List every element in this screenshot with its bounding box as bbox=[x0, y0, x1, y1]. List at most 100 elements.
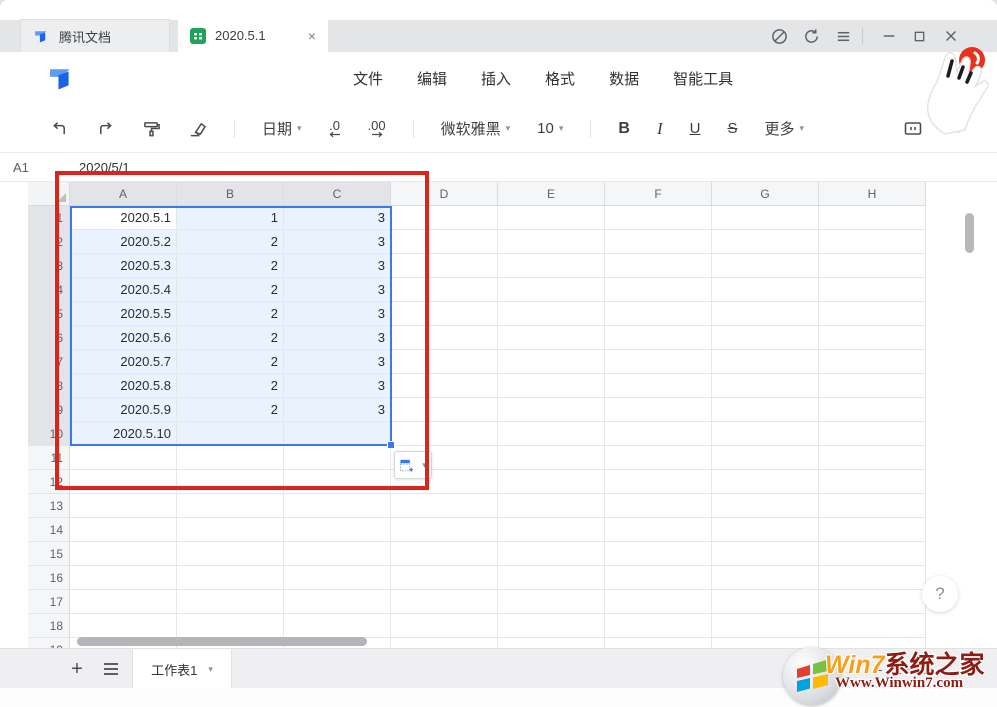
cell-E18[interactable] bbox=[498, 614, 605, 638]
blocked-icon[interactable] bbox=[768, 25, 790, 47]
cell-G15[interactable] bbox=[712, 542, 819, 566]
menu-item-插入[interactable]: 插入 bbox=[464, 68, 528, 89]
cell-C5[interactable]: 3 bbox=[284, 302, 391, 326]
cell-F16[interactable] bbox=[605, 566, 712, 590]
cell-reference-box[interactable]: A1 bbox=[0, 160, 52, 175]
cell-A12[interactable] bbox=[70, 470, 177, 494]
cell-C8[interactable]: 3 bbox=[284, 374, 391, 398]
close-tab-icon[interactable]: × bbox=[308, 28, 316, 44]
cell-A16[interactable] bbox=[70, 566, 177, 590]
sheet-tab-active[interactable]: 工作表1 ▾ bbox=[132, 649, 232, 689]
cell-C10[interactable] bbox=[284, 422, 391, 446]
cell-H13[interactable] bbox=[819, 494, 926, 518]
cell-B15[interactable] bbox=[177, 542, 284, 566]
cell-E3[interactable] bbox=[498, 254, 605, 278]
cell-C14[interactable] bbox=[284, 518, 391, 542]
collapse-toolbar-icon[interactable] bbox=[945, 124, 961, 134]
number-format-dropdown[interactable]: 日期 ▾ bbox=[262, 118, 302, 139]
cell-H5[interactable] bbox=[819, 302, 926, 326]
italic-button[interactable]: I bbox=[657, 119, 663, 139]
menu-item-编辑[interactable]: 编辑 bbox=[400, 68, 464, 89]
cell-D8[interactable] bbox=[391, 374, 498, 398]
cell-H7[interactable] bbox=[819, 350, 926, 374]
cell-H2[interactable] bbox=[819, 230, 926, 254]
cell-E11[interactable] bbox=[498, 446, 605, 470]
cell-H6[interactable] bbox=[819, 326, 926, 350]
cell-E9[interactable] bbox=[498, 398, 605, 422]
refresh-icon[interactable] bbox=[800, 25, 822, 47]
cell-A11[interactable] bbox=[70, 446, 177, 470]
comments-icon[interactable] bbox=[903, 120, 923, 138]
cell-E15[interactable] bbox=[498, 542, 605, 566]
cell-C1[interactable]: 3 bbox=[284, 206, 391, 230]
cell-C12[interactable] bbox=[284, 470, 391, 494]
cell-G8[interactable] bbox=[712, 374, 819, 398]
close-window-button[interactable] bbox=[940, 25, 962, 47]
cell-B14[interactable] bbox=[177, 518, 284, 542]
cell-B11[interactable] bbox=[177, 446, 284, 470]
cell-F17[interactable] bbox=[605, 590, 712, 614]
cell-F6[interactable] bbox=[605, 326, 712, 350]
menu-item-文件[interactable]: 文件 bbox=[336, 68, 400, 89]
row-header-9[interactable]: 9 bbox=[28, 398, 70, 422]
cell-E17[interactable] bbox=[498, 590, 605, 614]
cell-D1[interactable] bbox=[391, 206, 498, 230]
cell-B13[interactable] bbox=[177, 494, 284, 518]
cell-A5[interactable]: 2020.5.5 bbox=[70, 302, 177, 326]
row-header-16[interactable]: 16 bbox=[28, 566, 70, 590]
cell-H4[interactable] bbox=[819, 278, 926, 302]
cell-F10[interactable] bbox=[605, 422, 712, 446]
cell-G7[interactable] bbox=[712, 350, 819, 374]
cell-B1[interactable]: 1 bbox=[177, 206, 284, 230]
cell-B3[interactable]: 2 bbox=[177, 254, 284, 278]
cell-B9[interactable]: 2 bbox=[177, 398, 284, 422]
sheet-list-icon[interactable] bbox=[100, 658, 122, 680]
cell-B17[interactable] bbox=[177, 590, 284, 614]
cell-H10[interactable] bbox=[819, 422, 926, 446]
underline-button[interactable]: U bbox=[690, 120, 701, 137]
row-header-7[interactable]: 7 bbox=[28, 350, 70, 374]
row-header-4[interactable]: 4 bbox=[28, 278, 70, 302]
zoom-out-button[interactable]: - bbox=[878, 662, 882, 677]
cell-C11[interactable] bbox=[284, 446, 391, 470]
cell-B6[interactable]: 2 bbox=[177, 326, 284, 350]
cell-D9[interactable] bbox=[391, 398, 498, 422]
horizontal-scrollbar[interactable] bbox=[77, 637, 367, 646]
cell-D7[interactable] bbox=[391, 350, 498, 374]
cell-A15[interactable] bbox=[70, 542, 177, 566]
cell-E12[interactable] bbox=[498, 470, 605, 494]
cell-H17[interactable] bbox=[819, 590, 926, 614]
cell-D16[interactable] bbox=[391, 566, 498, 590]
cell-F18[interactable] bbox=[605, 614, 712, 638]
cell-G1[interactable] bbox=[712, 206, 819, 230]
cell-B7[interactable]: 2 bbox=[177, 350, 284, 374]
cell-D5[interactable] bbox=[391, 302, 498, 326]
cell-G17[interactable] bbox=[712, 590, 819, 614]
bold-button[interactable]: B bbox=[618, 120, 630, 138]
vertical-scrollbar[interactable] bbox=[965, 213, 974, 253]
browser-menu-icon[interactable] bbox=[832, 25, 854, 47]
cell-F5[interactable] bbox=[605, 302, 712, 326]
cell-F1[interactable] bbox=[605, 206, 712, 230]
cell-A13[interactable] bbox=[70, 494, 177, 518]
cell-G5[interactable] bbox=[712, 302, 819, 326]
cell-C13[interactable] bbox=[284, 494, 391, 518]
cell-G11[interactable] bbox=[712, 446, 819, 470]
zoom-in-button[interactable]: + bbox=[940, 662, 948, 677]
cell-G12[interactable] bbox=[712, 470, 819, 494]
column-header-F[interactable]: F bbox=[605, 182, 712, 206]
row-header-15[interactable]: 15 bbox=[28, 542, 70, 566]
cell-E19[interactable] bbox=[498, 638, 605, 648]
row-header-19[interactable]: 19 bbox=[28, 638, 70, 648]
cell-D6[interactable] bbox=[391, 326, 498, 350]
decrease-decimal-button[interactable]: .0 bbox=[329, 120, 341, 138]
cell-A9[interactable]: 2020.5.9 bbox=[70, 398, 177, 422]
cell-D13[interactable] bbox=[391, 494, 498, 518]
cell-C15[interactable] bbox=[284, 542, 391, 566]
cell-F7[interactable] bbox=[605, 350, 712, 374]
font-family-dropdown[interactable]: 微软雅黑 ▾ bbox=[441, 118, 511, 139]
cell-C9[interactable]: 3 bbox=[284, 398, 391, 422]
column-header-H[interactable]: H bbox=[819, 182, 926, 206]
cell-B18[interactable] bbox=[177, 614, 284, 638]
increase-decimal-button[interactable]: .00 bbox=[368, 120, 386, 138]
